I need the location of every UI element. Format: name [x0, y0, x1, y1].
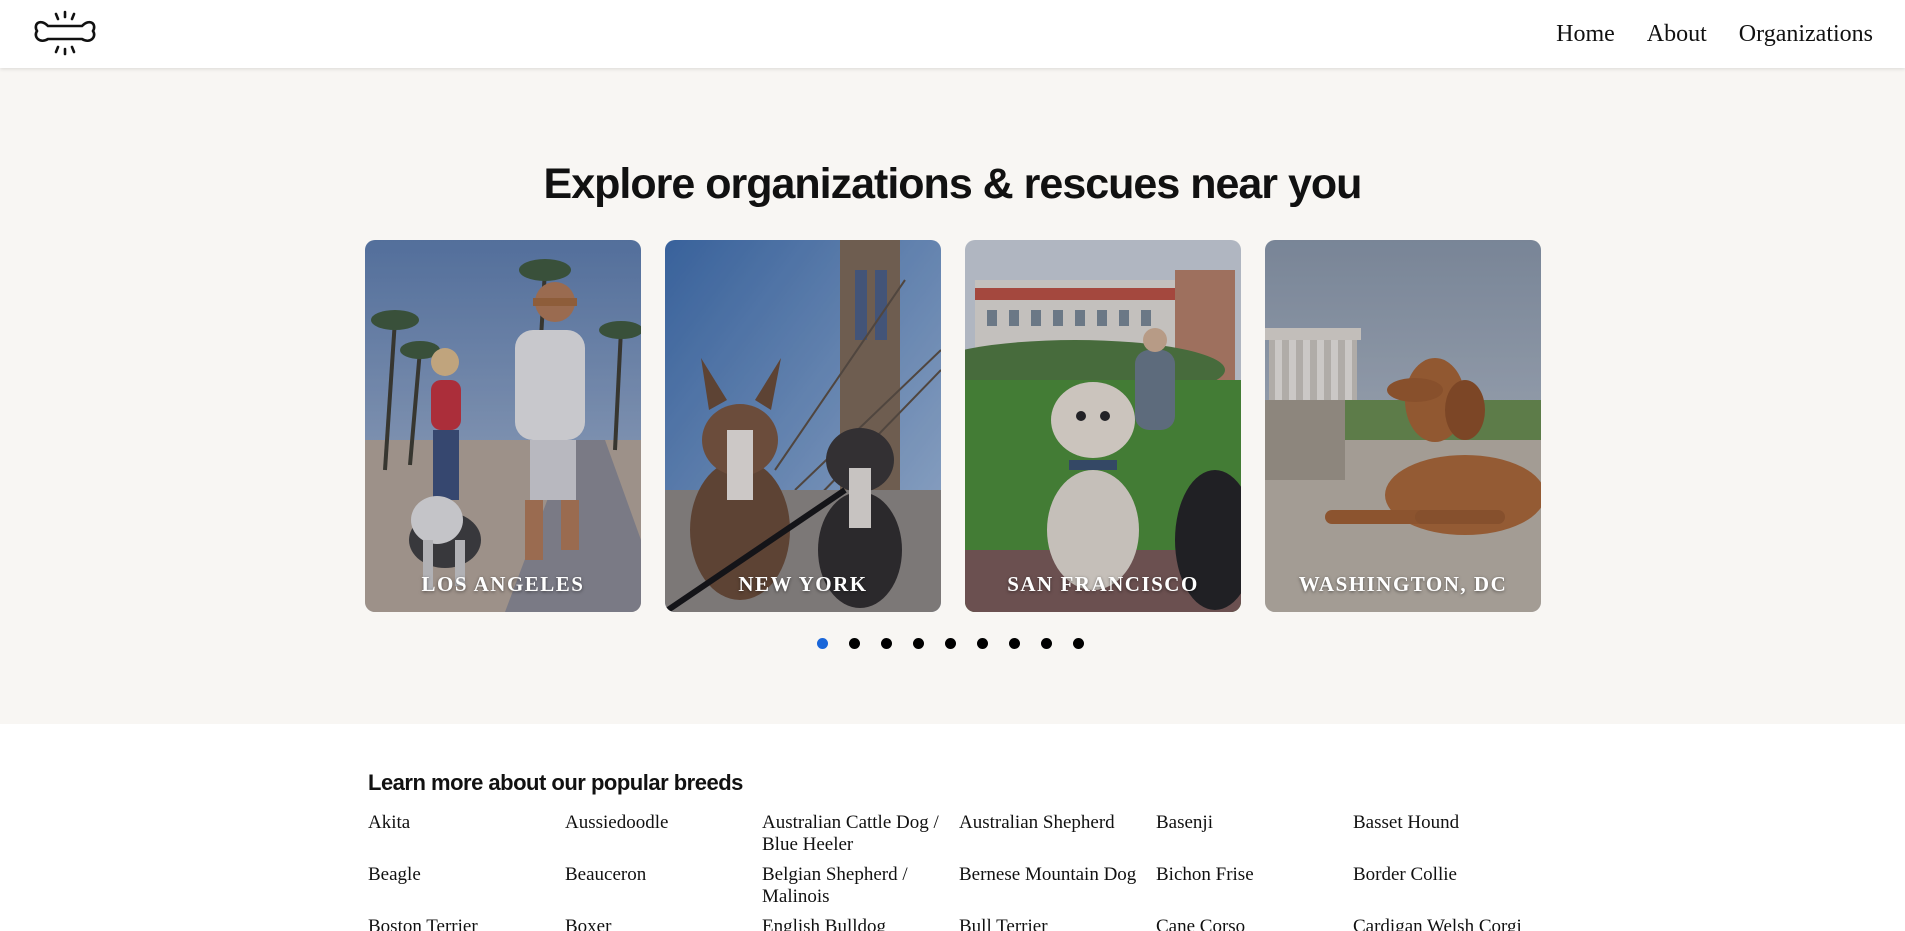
city-card-new-york[interactable]: New York — [665, 240, 941, 612]
card-overlay — [365, 240, 641, 612]
city-card-washington-dc[interactable]: Washington, DC — [1265, 240, 1541, 612]
city-card-label: Los Angeles — [421, 572, 585, 596]
popular-breeds-section: Learn more about our popular breeds Akit… — [368, 770, 1548, 931]
main-nav: Home About Organizations — [1524, 0, 1873, 68]
breed-link[interactable]: Cardigan Welsh Corgi — [1353, 916, 1550, 931]
breed-link[interactable]: Akita — [368, 812, 565, 856]
breed-link[interactable]: Basenji — [1156, 812, 1353, 856]
breed-link[interactable]: Border Collie — [1353, 864, 1550, 908]
city-card-label: San Francisco — [1007, 572, 1199, 596]
carousel-dot-1[interactable] — [817, 638, 828, 649]
city-card-label: Washington, DC — [1298, 572, 1508, 596]
nav-organizations-link[interactable]: Organizations — [1739, 21, 1873, 48]
section-title: Explore organizations & rescues near you — [543, 160, 1363, 208]
carousel-dot-3[interactable] — [881, 638, 892, 649]
breed-link[interactable]: Belgian Shepherd / Malinois — [762, 864, 959, 908]
breed-link[interactable]: Bichon Frise — [1156, 864, 1353, 908]
city-card-carousel: Los Angeles — [365, 240, 1541, 612]
city-card-los-angeles[interactable]: Los Angeles — [365, 240, 641, 612]
carousel-dot-6[interactable] — [977, 638, 988, 649]
dog-bone-icon[interactable] — [32, 10, 98, 56]
breed-link[interactable]: Beauceron — [565, 864, 762, 908]
carousel-dot-8[interactable] — [1041, 638, 1052, 649]
city-carousel-section: Explore organizations & rescues near you — [0, 68, 1905, 724]
card-overlay — [965, 240, 1241, 612]
breed-link[interactable]: Australian Shepherd — [959, 812, 1156, 856]
breed-link[interactable]: Australian Cattle Dog / Blue Heeler — [762, 812, 959, 856]
city-card-san-francisco[interactable]: San Francisco — [965, 240, 1241, 612]
carousel-dot-4[interactable] — [913, 638, 924, 649]
carousel-dot-7[interactable] — [1009, 638, 1020, 649]
breed-link[interactable]: Basset Hound — [1353, 812, 1550, 856]
carousel-pagination — [817, 638, 1105, 654]
breed-link[interactable]: Bernese Mountain Dog — [959, 864, 1156, 908]
breed-link[interactable]: English Bulldog — [762, 916, 959, 931]
breed-link[interactable]: Aussiedoodle — [565, 812, 762, 856]
city-card-label: New York — [738, 572, 868, 596]
nav-about-link[interactable]: About — [1647, 21, 1707, 48]
breed-link[interactable]: Boxer — [565, 916, 762, 931]
carousel-dot-9[interactable] — [1073, 638, 1084, 649]
breed-link[interactable]: Cane Corso — [1156, 916, 1353, 931]
card-overlay — [1265, 240, 1541, 612]
breed-link[interactable]: Beagle — [368, 864, 565, 908]
top-navigation-bar: Home About Organizations — [0, 0, 1905, 68]
nav-home-link[interactable]: Home — [1556, 21, 1615, 48]
breeds-heading: Learn more about our popular breeds — [368, 770, 743, 795]
carousel-dot-5[interactable] — [945, 638, 956, 649]
breed-link[interactable]: Bull Terrier — [959, 916, 1156, 931]
breed-link[interactable]: Boston Terrier — [368, 916, 565, 931]
card-overlay — [665, 240, 941, 612]
carousel-dot-2[interactable] — [849, 638, 860, 649]
breeds-grid: Akita Aussiedoodle Australian Cattle Dog… — [368, 812, 1548, 931]
